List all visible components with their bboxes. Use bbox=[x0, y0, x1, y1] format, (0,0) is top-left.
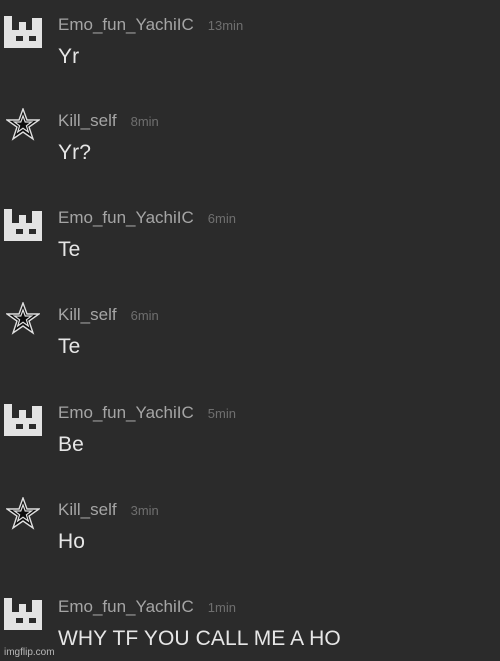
username[interactable]: Emo_fun_YachiIC bbox=[58, 403, 194, 422]
timestamp: 13min bbox=[207, 18, 244, 33]
emo-avatar-icon[interactable] bbox=[4, 598, 42, 630]
username[interactable]: Kill_self bbox=[58, 305, 117, 324]
username[interactable]: Emo_fun_YachiIC bbox=[58, 15, 194, 34]
username[interactable]: Kill_self bbox=[58, 500, 117, 519]
username[interactable]: Emo_fun_YachiIC bbox=[58, 208, 194, 227]
imgflip-watermark: imgflip.com bbox=[4, 647, 55, 658]
timestamp: 5min bbox=[207, 406, 236, 421]
chat-message: Emo_fun_YachiIC 6min Te bbox=[0, 193, 500, 289]
chat-message: Emo_fun_YachiIC 13min Yr bbox=[0, 0, 500, 96]
chat-message: Emo_fun_YachiIC 5min Be bbox=[0, 388, 500, 484]
timestamp: 3min bbox=[130, 503, 159, 518]
chat-message: Kill_self 3min Ho bbox=[0, 485, 500, 581]
timestamp: 6min bbox=[130, 308, 159, 323]
message-text: Be bbox=[58, 433, 84, 456]
emo-avatar-icon[interactable] bbox=[4, 16, 42, 48]
username[interactable]: Kill_self bbox=[58, 111, 117, 130]
star-avatar-icon[interactable] bbox=[6, 497, 40, 531]
message-text: Yr bbox=[58, 45, 80, 68]
username[interactable]: Emo_fun_YachiIC bbox=[58, 597, 194, 616]
emo-avatar-icon[interactable] bbox=[4, 404, 42, 436]
star-avatar-icon[interactable] bbox=[6, 108, 40, 142]
message-text: Yr? bbox=[58, 141, 91, 164]
emo-avatar-icon[interactable] bbox=[4, 209, 42, 241]
timestamp: 6min bbox=[207, 211, 236, 226]
chat-message: Kill_self 6min Te bbox=[0, 290, 500, 386]
timestamp: 8min bbox=[130, 114, 159, 129]
message-text: Ho bbox=[58, 530, 86, 553]
chat-message: Emo_fun_YachiIC 1min WHY TF YOU CALL ME A… bbox=[0, 582, 500, 661]
chat-window: Emo_fun_YachiIC 13min Yr Kill_self 8min Yr… bbox=[0, 0, 500, 661]
message-text: Te bbox=[58, 335, 81, 358]
star-avatar-icon[interactable] bbox=[6, 302, 40, 336]
timestamp: 1min bbox=[207, 600, 236, 615]
chat-message: Kill_self 8min Yr? bbox=[0, 96, 500, 192]
message-text: WHY TF YOU CALL ME A HO bbox=[58, 627, 341, 650]
message-text: Te bbox=[58, 238, 81, 261]
